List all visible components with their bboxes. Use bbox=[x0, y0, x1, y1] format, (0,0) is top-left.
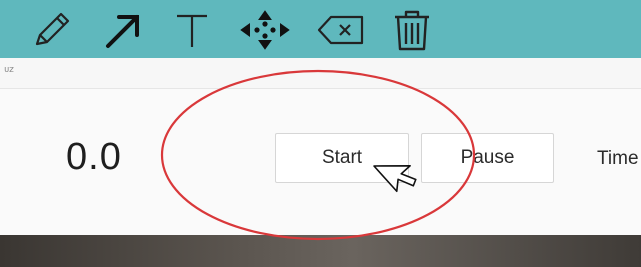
timer-label: Time bbox=[597, 148, 639, 169]
stopwatch-panel: 0.0 Start Pause Time bbox=[0, 89, 641, 235]
screenshot-root: ᴜᴢ 0.0 Start Pause Time bbox=[0, 0, 641, 267]
window-subbar: ᴜᴢ bbox=[0, 58, 641, 89]
subbar-text: ᴜᴢ bbox=[4, 65, 14, 75]
backspace-icon[interactable] bbox=[316, 6, 368, 52]
trash-icon[interactable] bbox=[389, 6, 435, 52]
move-icon[interactable] bbox=[238, 6, 292, 52]
text-tool-icon[interactable] bbox=[170, 6, 214, 52]
start-button[interactable]: Start bbox=[275, 133, 409, 183]
pause-button[interactable]: Pause bbox=[421, 133, 554, 183]
arrow-icon[interactable] bbox=[101, 6, 145, 52]
elapsed-time-display: 0.0 bbox=[66, 136, 122, 178]
pencil-icon[interactable] bbox=[30, 6, 74, 52]
video-preview-strip bbox=[0, 235, 641, 267]
annotation-toolbar bbox=[0, 0, 641, 58]
